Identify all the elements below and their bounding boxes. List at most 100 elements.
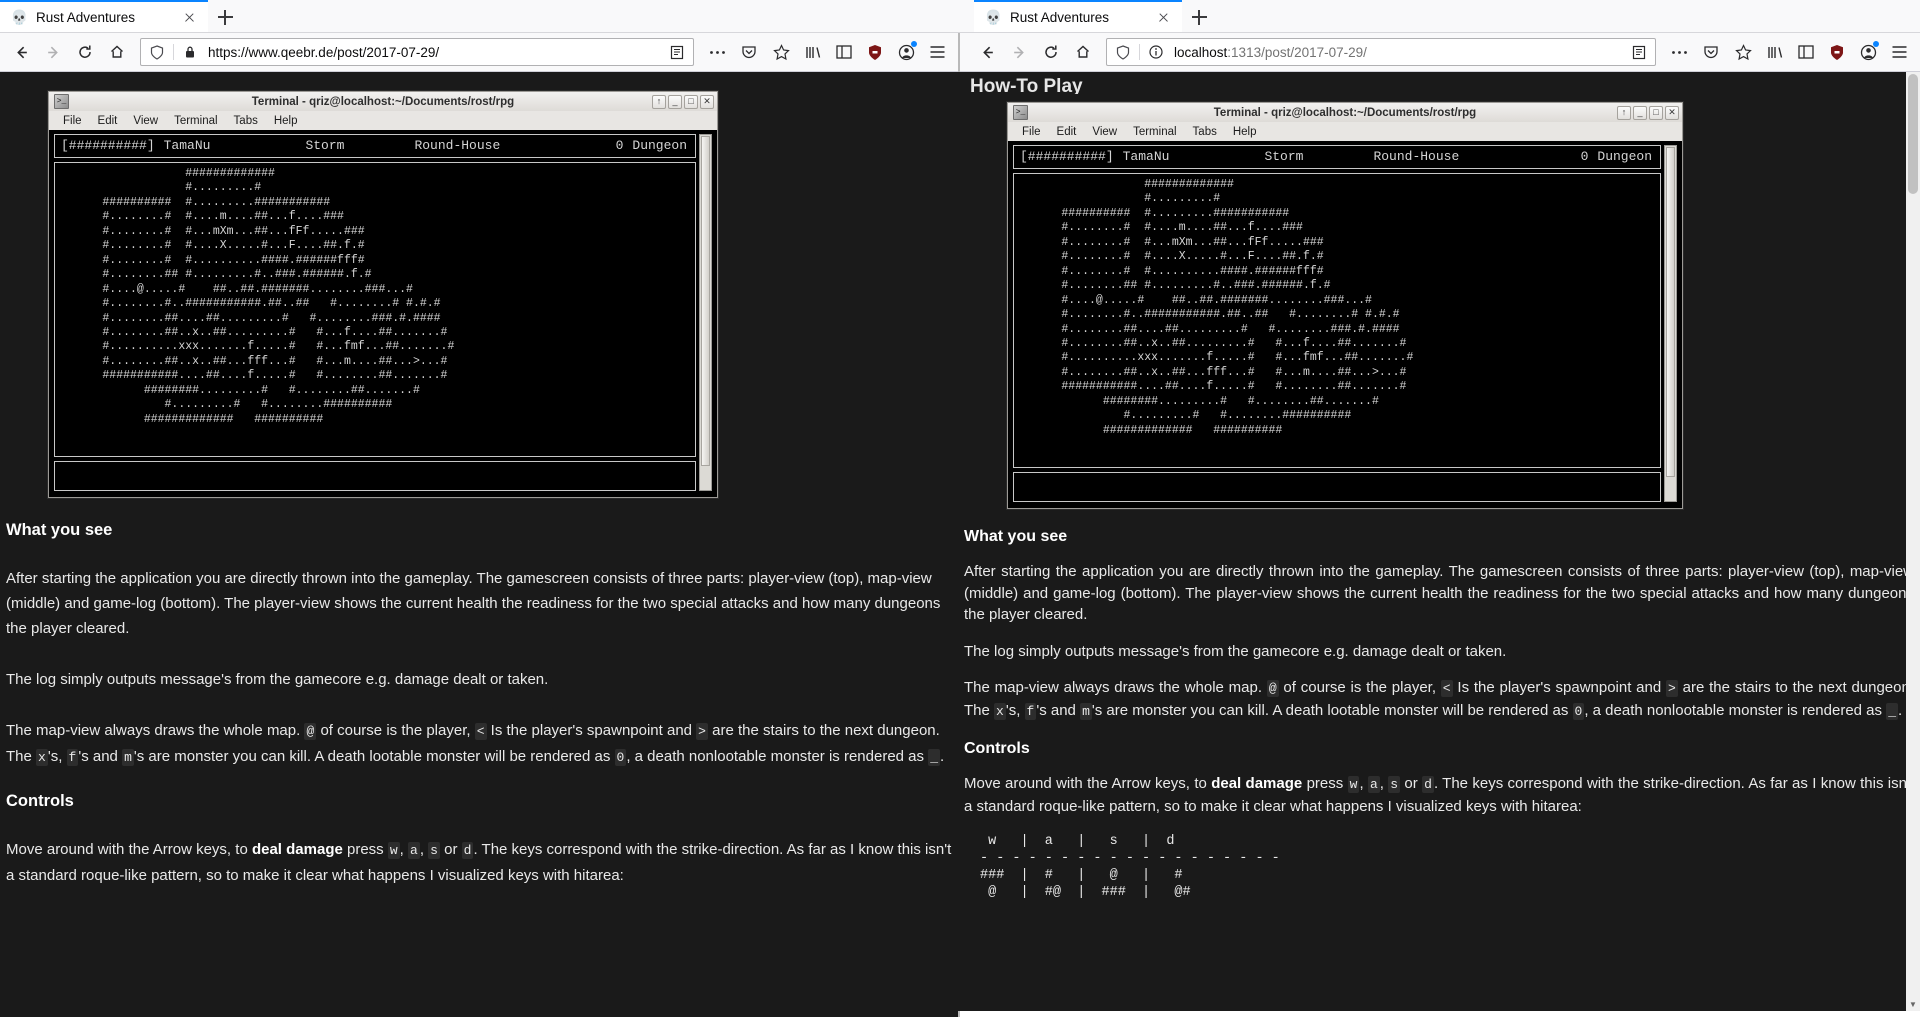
browser-tab-left[interactable]: 💀 Rust Adventures — [0, 0, 208, 32]
container-account-icon[interactable] — [1853, 37, 1883, 67]
hamburger-icon[interactable] — [922, 37, 952, 67]
terminal-screenshot-right: >_ Terminal - qriz@localhost:~/Documents… — [1006, 101, 1684, 510]
menu-item-terminal[interactable]: Terminal — [1125, 126, 1184, 138]
menu-item-view[interactable]: View — [125, 115, 166, 127]
minimize-button[interactable]: _ — [1633, 105, 1647, 120]
page-scrollbar-thumb[interactable] — [1908, 74, 1918, 194]
url-divider — [1139, 44, 1140, 60]
new-tab-button[interactable] — [208, 2, 242, 32]
symbol-monster-x: x — [994, 702, 1006, 720]
browser-tab-right[interactable]: 💀 Rust Adventures — [974, 0, 1182, 32]
home-button[interactable] — [1068, 37, 1098, 67]
padlock-icon[interactable] — [178, 40, 202, 64]
terminal-title: Terminal - qriz@localhost:~/Documents/ro… — [251, 95, 515, 108]
page-actions-button[interactable] — [702, 37, 732, 67]
text-frag: 's and — [1036, 701, 1081, 719]
scroll-down-arrow[interactable]: ▼ — [1906, 998, 1920, 1011]
info-circle-icon[interactable] — [1144, 40, 1168, 64]
text-frag: press — [1302, 775, 1348, 792]
close-icon[interactable] — [1154, 8, 1173, 27]
library-icon[interactable] — [1760, 37, 1790, 67]
shield-icon[interactable] — [145, 40, 169, 64]
reload-button[interactable] — [1036, 37, 1066, 67]
sidebar-icon[interactable] — [829, 37, 859, 67]
reader-view-icon[interactable] — [1627, 40, 1651, 64]
key-s: s — [428, 842, 440, 859]
close-button[interactable]: ✕ — [1665, 105, 1679, 120]
terminal-title: Terminal - qriz@localhost:~/Documents/ro… — [1213, 106, 1477, 119]
url-bar-right[interactable]: localhost:1313/post/2017-07-29/ — [1106, 38, 1656, 66]
library-icon[interactable] — [798, 37, 828, 67]
page-scrollbar-right[interactable]: ▲ ▼ — [1906, 72, 1920, 1011]
special-attack-roundhouse: Round-House — [1373, 149, 1460, 164]
paragraph-controls: Move around with the Arrow keys, to deal… — [964, 773, 1914, 817]
key-d: d — [461, 842, 474, 859]
pocket-icon[interactable] — [734, 37, 764, 67]
maximize-button[interactable]: □ — [684, 94, 698, 109]
url-text: localhost:1313/post/2017-07-29/ — [1170, 45, 1625, 60]
skull-icon: 💀 — [984, 9, 1003, 25]
menu-item-tabs[interactable]: Tabs — [1185, 126, 1225, 138]
bookmark-star-icon[interactable] — [1728, 37, 1758, 67]
text-frag: , — [399, 841, 408, 858]
shade-button[interactable]: ↑ — [652, 94, 666, 109]
text-frag: 's, — [1005, 701, 1025, 719]
back-button[interactable] — [972, 37, 1002, 67]
pocket-icon[interactable] — [1696, 37, 1726, 67]
special-attack-roundhouse: Round-House — [414, 138, 501, 153]
symbol-lootable: 0 — [614, 749, 627, 766]
ublock-icon[interactable] — [1822, 37, 1852, 67]
terminal-scrollbar-thumb[interactable] — [1666, 147, 1675, 478]
sidebar-icon[interactable] — [1791, 37, 1821, 67]
close-icon[interactable] — [180, 8, 199, 27]
close-button[interactable]: ✕ — [700, 94, 714, 109]
text-frag: press — [342, 841, 388, 858]
terminal-icon: >_ — [1013, 105, 1028, 120]
menu-item-help[interactable]: Help — [266, 115, 306, 127]
article-right: What you see After starting the applicat… — [958, 528, 1920, 901]
paragraph-controls: Move around with the Arrow keys, to deal… — [6, 837, 952, 888]
reader-view-icon[interactable] — [665, 40, 689, 64]
forward-button[interactable] — [1004, 37, 1034, 67]
menu-item-terminal[interactable]: Terminal — [166, 115, 225, 127]
page-actions-button[interactable] — [1664, 37, 1694, 67]
minimize-button[interactable]: _ — [668, 94, 682, 109]
menu-item-edit[interactable]: Edit — [1049, 126, 1085, 138]
hamburger-icon[interactable] — [1884, 37, 1914, 67]
forward-button[interactable] — [38, 37, 68, 67]
terminal-scrollbar-thumb[interactable] — [701, 136, 710, 467]
container-account-icon[interactable] — [891, 37, 921, 67]
tab-title: Rust Adventures — [1010, 9, 1110, 25]
text-frag: of course is the player, — [1278, 679, 1441, 696]
tab-strip-right: 💀 Rust Adventures — [958, 0, 1920, 33]
shade-button[interactable]: ↑ — [1617, 105, 1631, 120]
url-bar-left[interactable]: https://www.qeebr.de/post/2017-07-29/ — [140, 38, 694, 66]
text-frag: The map-view always draws the whole map. — [964, 679, 1267, 696]
game-player-view: [##########] TamaNu Storm Round-House 0 … — [54, 134, 696, 158]
menu-item-tabs[interactable]: Tabs — [226, 115, 266, 127]
new-tab-button[interactable] — [1182, 2, 1216, 32]
terminal-scrollbar[interactable] — [699, 134, 712, 491]
menu-item-help[interactable]: Help — [1225, 126, 1265, 138]
terminal-menubar: File Edit View Terminal Tabs Help — [1007, 122, 1683, 141]
text-frag: Move around with the Arrow keys, to — [964, 775, 1212, 792]
back-button[interactable] — [6, 37, 36, 67]
symbol-nonlootable: _ — [928, 749, 941, 766]
menu-item-view[interactable]: View — [1084, 126, 1125, 138]
menu-item-file[interactable]: File — [1014, 126, 1049, 138]
health-bar: [##########] — [61, 138, 155, 153]
reload-button[interactable] — [70, 37, 100, 67]
shield-icon[interactable] — [1111, 40, 1135, 64]
menu-item-file[interactable]: File — [55, 115, 90, 127]
key-s: s — [1388, 776, 1401, 793]
menu-item-edit[interactable]: Edit — [90, 115, 126, 127]
terminal-scrollbar[interactable] — [1664, 145, 1677, 502]
browser-window-left: 💀 Rust Adventures https://www.qeebr.de/p… — [0, 0, 958, 1017]
ublock-icon[interactable] — [860, 37, 890, 67]
text-frag: , a death nonlootable monster is rendere… — [626, 748, 929, 765]
bookmark-star-icon[interactable] — [766, 37, 796, 67]
key-a: a — [1367, 776, 1380, 793]
symbol-player: @ — [304, 723, 317, 740]
home-button[interactable] — [102, 37, 132, 67]
maximize-button[interactable]: □ — [1649, 105, 1663, 120]
